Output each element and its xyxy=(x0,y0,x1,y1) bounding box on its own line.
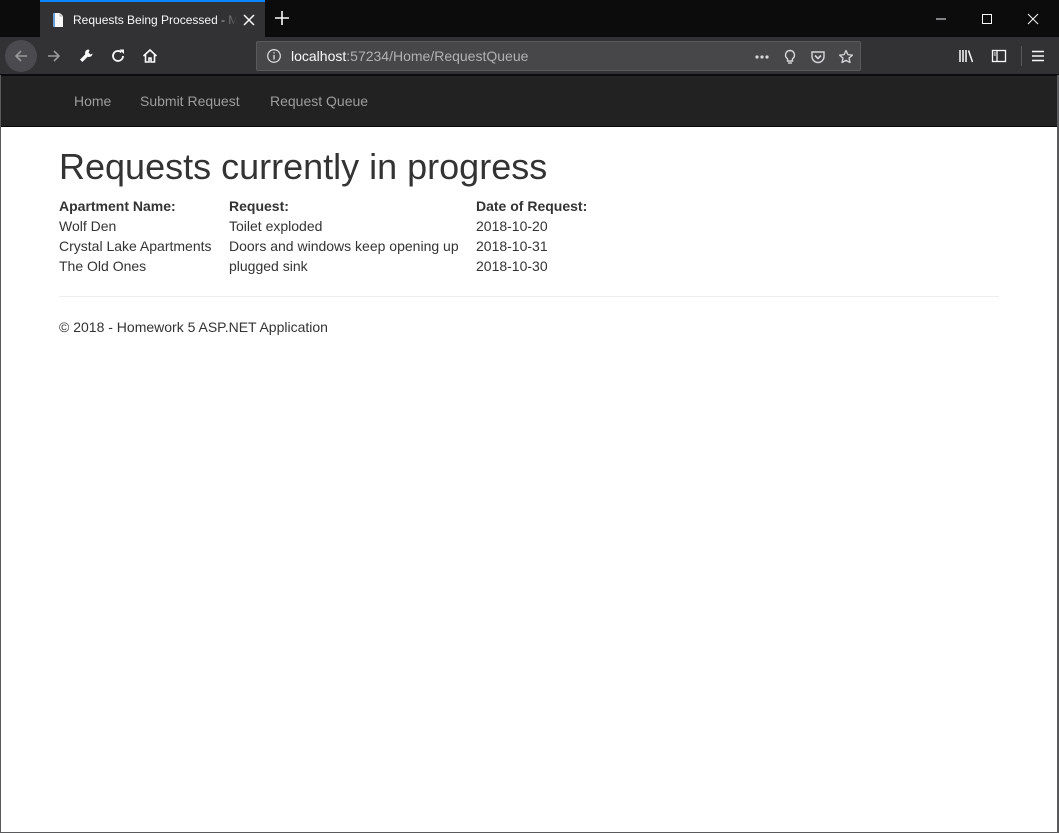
maximize-icon[interactable] xyxy=(964,0,1010,37)
browser-titlebar: Requests Being Processed - My ASP.NET Ap… xyxy=(0,0,1059,37)
tab-close-icon[interactable] xyxy=(241,12,257,28)
info-icon[interactable] xyxy=(259,42,289,70)
pocket-icon[interactable] xyxy=(808,47,828,67)
hamburger-menu-icon[interactable] xyxy=(1022,40,1054,72)
tab-title: Requests Being Processed - My ASP.NET Ap… xyxy=(73,12,237,27)
table-row: The Old Ones plugged sink 2018-10-30 xyxy=(59,256,606,276)
sidebar-icon[interactable] xyxy=(983,40,1015,72)
page-viewport: Home Submit Request Request Queue Reques… xyxy=(1,76,1057,832)
request-cell: plugged sink xyxy=(229,258,308,274)
footer-divider xyxy=(59,296,999,297)
more-actions-icon[interactable] xyxy=(752,47,772,67)
column-header-request: Request: xyxy=(229,198,289,214)
wrench-icon[interactable] xyxy=(70,40,102,72)
table-row: Crystal Lake Apartments Doors and window… xyxy=(59,236,606,256)
column-header-apartment: Apartment Name: xyxy=(59,198,176,214)
apartment-name-cell: Crystal Lake Apartments xyxy=(59,238,212,254)
window-border-left xyxy=(0,75,1,833)
browser-toolbar: localhost:57234/Home/RequestQueue xyxy=(0,37,1059,75)
bookmark-star-icon[interactable] xyxy=(836,47,856,67)
url-host: localhost xyxy=(291,48,347,64)
apartment-name-cell: The Old Ones xyxy=(59,258,147,274)
table-header-row: Apartment Name: Request: Date of Request… xyxy=(59,196,606,216)
nav-link-submit-request[interactable]: Submit Request xyxy=(140,93,240,109)
forward-icon[interactable] xyxy=(38,40,70,72)
minimize-icon[interactable] xyxy=(918,0,964,37)
footer-copyright: © 2018 - Homework 5 ASP.NET Application xyxy=(59,319,328,335)
request-date-cell: 2018-10-20 xyxy=(476,218,548,234)
lightbulb-icon[interactable] xyxy=(780,47,800,67)
apartment-name-cell: Wolf Den xyxy=(59,218,117,234)
request-date-cell: 2018-10-31 xyxy=(476,238,548,254)
new-tab-icon[interactable] xyxy=(272,8,292,28)
table-row: Wolf Den Toilet exploded 2018-10-20 xyxy=(59,216,606,236)
request-queue-table: Apartment Name: Request: Date of Request… xyxy=(59,196,606,276)
library-icon[interactable] xyxy=(951,40,983,72)
url-text[interactable]: localhost:57234/Home/RequestQueue xyxy=(291,48,528,64)
column-header-date: Date of Request: xyxy=(476,198,588,214)
address-bar[interactable]: localhost:57234/Home/RequestQueue xyxy=(256,41,861,71)
page-icon xyxy=(50,12,66,28)
close-icon[interactable] xyxy=(1010,0,1056,37)
nav-link-home[interactable]: Home xyxy=(74,93,111,109)
browser-tab-active[interactable]: Requests Being Processed - My ASP.NET Ap… xyxy=(40,0,265,37)
url-path: :57234/Home/RequestQueue xyxy=(346,48,529,64)
request-cell: Toilet exploded xyxy=(229,218,323,234)
site-navbar: Home Submit Request Request Queue xyxy=(1,76,1057,127)
page-title: Requests currently in progress xyxy=(59,146,548,187)
nav-link-request-queue[interactable]: Request Queue xyxy=(270,93,368,109)
request-cell: Doors and windows keep opening up xyxy=(229,238,459,254)
back-icon[interactable] xyxy=(5,40,37,72)
reload-icon[interactable] xyxy=(102,40,134,72)
home-icon[interactable] xyxy=(134,40,166,72)
request-date-cell: 2018-10-30 xyxy=(476,258,548,274)
